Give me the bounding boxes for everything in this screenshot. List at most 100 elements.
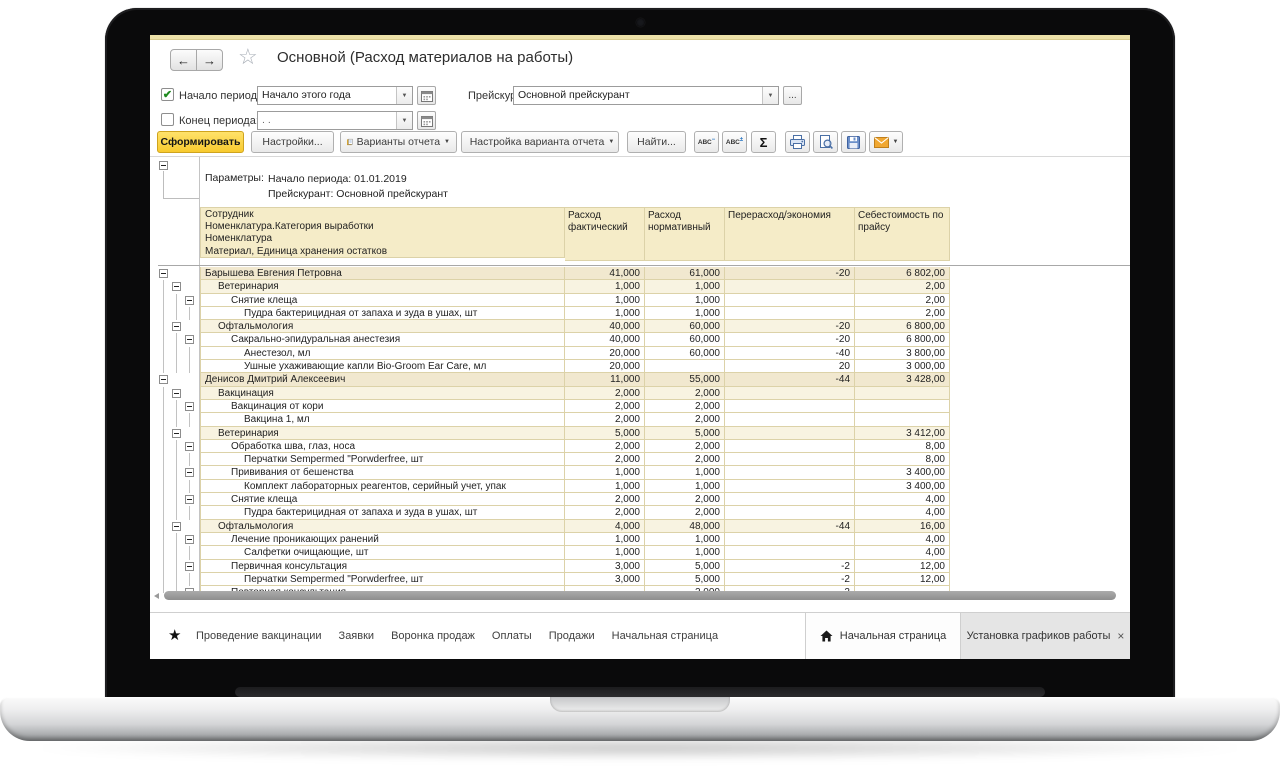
- taskbar-link[interactable]: Оплаты: [492, 630, 532, 642]
- cell-cost: 6 802,00: [855, 267, 950, 280]
- start-period-calendar-button[interactable]: [417, 86, 436, 105]
- pricelist-field[interactable]: Основной прейскурант ▼: [513, 86, 779, 105]
- table-row[interactable]: Прививания от бешенства1,0001,0003 400,0…: [150, 466, 1130, 479]
- settings-button[interactable]: Настройки...: [251, 131, 334, 153]
- table-row[interactable]: Перчатки Sempermed "Porwderfree, шт2,000…: [150, 453, 1130, 466]
- table-row[interactable]: Ветеринария5,0005,0003 412,00: [150, 427, 1130, 440]
- start-period-checkbox[interactable]: ✔: [161, 88, 174, 101]
- collapse-toggle[interactable]: [172, 389, 181, 398]
- cell-norm: 2,000: [645, 506, 725, 519]
- start-period-field[interactable]: Начало этого года ▼: [257, 86, 413, 105]
- taskbar-link[interactable]: Начальная страница: [612, 630, 718, 642]
- tree-rail: [176, 480, 177, 493]
- forward-button[interactable]: →: [196, 49, 223, 71]
- cell-cost: 6 800,00: [855, 333, 950, 346]
- end-period-field[interactable]: . . ▼: [257, 111, 413, 130]
- table-row[interactable]: Лечение проникающих ранений1,0001,0004,0…: [150, 533, 1130, 546]
- column-header: Перерасход/экономия: [725, 207, 855, 261]
- collapse-toggle[interactable]: [185, 535, 194, 544]
- table-row[interactable]: Обработка шва, глаз, носа2,0002,0008,00: [150, 440, 1130, 453]
- table-row[interactable]: Вакцинация от кори2,0002,000: [150, 400, 1130, 413]
- taskbar-link[interactable]: Проведение вакцинации: [196, 630, 322, 642]
- variant-settings-button[interactable]: Настройка варианта отчета ▼: [461, 131, 619, 153]
- collapse-toggle[interactable]: [172, 429, 181, 438]
- favorite-star-icon[interactable]: ☆: [238, 44, 258, 70]
- collapse-toggle[interactable]: [185, 468, 194, 477]
- table-row[interactable]: Барышева Евгения Петровна41,00061,000-20…: [150, 267, 1130, 280]
- sum-button[interactable]: Σ: [751, 131, 776, 153]
- group-expand-button[interactable]: АВС±: [722, 131, 747, 153]
- cell-over: [725, 480, 855, 493]
- table-row[interactable]: Вакцина 1, мл2,0002,000: [150, 413, 1130, 426]
- table-row[interactable]: Перчатки Sempermed "Porwderfree, шт3,000…: [150, 573, 1130, 586]
- print-button[interactable]: [785, 131, 810, 153]
- tree-gutter-cell: [150, 453, 200, 466]
- chevron-down-icon[interactable]: ▼: [762, 87, 778, 104]
- table-row[interactable]: Первичная консультация3,0005,000-212,00: [150, 560, 1130, 573]
- row-group-headers: СотрудникНоменклатура.Категория выработк…: [200, 207, 565, 261]
- collapse-toggle[interactable]: [185, 335, 194, 344]
- horizontal-scrollbar[interactable]: [164, 591, 1116, 600]
- table-row[interactable]: Снятие клеща2,0002,0004,00: [150, 493, 1130, 506]
- tree-gutter-cell: [150, 493, 200, 506]
- table-row[interactable]: Салфетки очищающие, шт1,0001,0004,00: [150, 546, 1130, 559]
- find-button[interactable]: Найти...: [627, 131, 686, 153]
- send-mail-button[interactable]: ▼: [869, 131, 903, 153]
- tree-gutter-cell: [150, 387, 200, 400]
- pricelist-more-button[interactable]: ...: [783, 86, 802, 105]
- report-variants-button[interactable]: Варианты отчета ▼: [340, 131, 457, 153]
- collapse-toggle[interactable]: [185, 402, 194, 411]
- favorites-star-icon[interactable]: ★: [168, 626, 181, 644]
- table-row[interactable]: Сакрально-эпидуральная анестезия40,00060…: [150, 333, 1130, 346]
- table-row[interactable]: Комплект лабораторных реагентов, серийны…: [150, 480, 1130, 493]
- cell-over: [725, 280, 855, 293]
- table-row[interactable]: Ветеринария1,0001,0002,00: [150, 280, 1130, 293]
- tree-gutter-cell: [150, 533, 200, 546]
- back-button[interactable]: ←: [170, 49, 197, 71]
- tab-schedule-setup[interactable]: Установка графиков работы ×: [960, 613, 1130, 659]
- table-row[interactable]: Офтальмология40,00060,000-206 800,00: [150, 320, 1130, 333]
- collapse-toggle[interactable]: [185, 296, 194, 305]
- tree-gutter-cell: [150, 347, 200, 360]
- collapse-toggle[interactable]: [185, 442, 194, 451]
- cell-norm: 61,000: [645, 267, 725, 280]
- collapse-toggle[interactable]: [185, 495, 194, 504]
- collapse-toggle[interactable]: [159, 161, 168, 170]
- taskbar-link[interactable]: Заявки: [339, 630, 375, 642]
- collapse-toggle[interactable]: [172, 282, 181, 291]
- table-row[interactable]: Офтальмология4,00048,000-4416,00: [150, 520, 1130, 533]
- table-row[interactable]: Вакцинация2,0002,000: [150, 387, 1130, 400]
- group-collapse-button[interactable]: АВС−: [694, 131, 719, 153]
- scroll-left-arrow[interactable]: [154, 593, 159, 599]
- collapse-toggle[interactable]: [185, 562, 194, 571]
- tab-home[interactable]: Начальная страница: [805, 613, 960, 659]
- close-icon[interactable]: ×: [1117, 629, 1124, 643]
- collapse-toggle[interactable]: [159, 269, 168, 278]
- tree-rail: [189, 480, 190, 493]
- cell-cost: 2,00: [855, 280, 950, 293]
- collapse-toggle[interactable]: [172, 322, 181, 331]
- end-period-calendar-button[interactable]: [417, 111, 436, 130]
- collapse-toggle[interactable]: [172, 522, 181, 531]
- collapse-toggle[interactable]: [159, 375, 168, 384]
- chevron-down-icon[interactable]: ▼: [396, 87, 412, 104]
- preview-button[interactable]: [813, 131, 838, 153]
- chevron-down-icon[interactable]: ▼: [396, 112, 412, 129]
- table-row[interactable]: Ушные ухаживающие капли Bio-Groom Ear Ca…: [150, 360, 1130, 373]
- cell-fact: 2,000: [565, 493, 645, 506]
- cell-over: 20: [725, 360, 855, 373]
- generate-button[interactable]: Сформировать: [157, 131, 244, 153]
- end-period-checkbox[interactable]: [161, 113, 174, 126]
- table-row[interactable]: Анестезол, мл20,00060,000-403 800,00: [150, 347, 1130, 360]
- save-button[interactable]: [841, 131, 866, 153]
- laptop-hinge: [235, 687, 1045, 697]
- taskbar-link[interactable]: Воронка продаж: [391, 630, 475, 642]
- table-row[interactable]: Снятие клеща1,0001,0002,00: [150, 294, 1130, 307]
- tree-rail: [163, 280, 164, 293]
- tree-gutter-cell: [150, 573, 200, 586]
- table-row[interactable]: Пудра бактерицидная от запаха и зуда в у…: [150, 307, 1130, 320]
- taskbar-link[interactable]: Продажи: [549, 630, 595, 642]
- tree-rail: [176, 307, 177, 320]
- table-row[interactable]: Денисов Дмитрий Алексеевич11,00055,000-4…: [150, 373, 1130, 386]
- table-row[interactable]: Пудра бактерицидная от запаха и зуда в у…: [150, 506, 1130, 519]
